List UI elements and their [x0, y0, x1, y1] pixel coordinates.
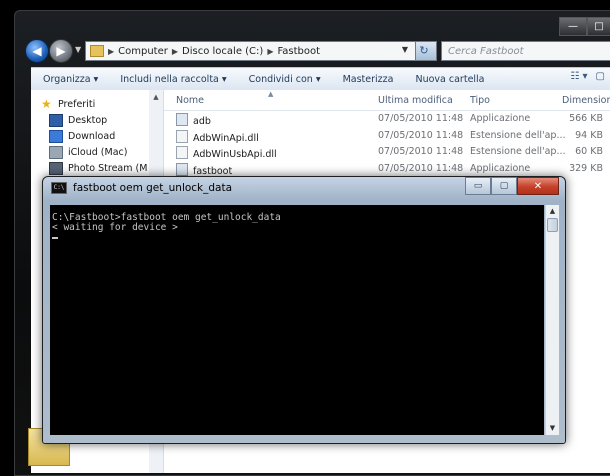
breadcrumb-fastboot[interactable]: Fastboot [277, 46, 320, 57]
arrow-left-icon: ◀ [32, 44, 42, 58]
folder-icon [90, 45, 104, 57]
command-bar: Organizza ▾ Includi nella raccolta ▾ Con… [31, 67, 610, 91]
sidebar-item-favorites[interactable]: ★ Preferiti [31, 96, 149, 112]
scroll-up-icon[interactable]: ▲ [149, 93, 163, 101]
minimize-icon: ▭ [473, 181, 483, 191]
refresh-button[interactable]: ↻ [415, 42, 436, 60]
column-header-type[interactable]: Tipo [470, 95, 490, 106]
sidebar-item-desktop[interactable]: Desktop [31, 112, 149, 128]
cmd-title-text: fastboot oem get_unlock_data [73, 182, 233, 194]
file-modified: 07/05/2010 11:48 [378, 129, 464, 141]
preview-pane-icon[interactable]: ▢ [596, 71, 605, 82]
organize-menu[interactable]: Organizza ▾ [43, 74, 98, 85]
cmd-close-button[interactable]: ✕ [517, 177, 559, 195]
sidebar-item-download[interactable]: Download [31, 128, 149, 144]
burn-button[interactable]: Masterizza [343, 74, 394, 85]
file-name: AdbWinApi.dll [193, 132, 259, 144]
view-controls: ☷ ▾ ▢ [570, 71, 605, 82]
new-folder-button[interactable]: Nuova cartella [415, 74, 484, 85]
file-size: 60 KB [575, 146, 603, 157]
file-modified: 07/05/2010 11:48 [378, 113, 464, 124]
file-name: AdbWinUsbApi.dll [193, 149, 277, 160]
breadcrumb-local-disk[interactable]: Disco locale (C:) [182, 46, 263, 57]
column-header-size[interactable]: Dimensione [562, 95, 610, 106]
sidebar-item-photo-stream[interactable]: Photo Stream (M [31, 160, 149, 176]
scrollbar-thumb[interactable] [547, 218, 558, 232]
scroll-down-icon[interactable]: ▼ [546, 422, 559, 435]
cmd-minimize-button[interactable]: ▭ [465, 177, 491, 195]
console-output[interactable]: C:\Fastboot>fastboot oem get_unlock_data… [50, 205, 544, 435]
back-button[interactable]: ◀ [25, 39, 49, 63]
recent-pages-dropdown[interactable]: ▼ [75, 45, 81, 54]
column-header-name[interactable]: Nome [176, 95, 204, 106]
include-in-library-menu[interactable]: Includi nella raccolta ▾ [120, 74, 226, 85]
navigation-bar: ◀ ▶ ▼ ▶ Computer ▶ Disco locale (C:) ▶ F… [25, 39, 610, 63]
sidebar-item-label: iCloud (Mac) [68, 146, 128, 158]
dll-file-icon [176, 146, 188, 159]
view-options-icon[interactable]: ☷ ▾ [570, 71, 587, 82]
file-row-adb[interactable]: adb 07/05/2010 11:48 Applicazione 566 KB [164, 111, 610, 128]
cmd-maximize-button[interactable]: ▢ [491, 177, 517, 195]
file-size: 94 KB [575, 129, 603, 141]
cmd-vertical-scrollbar[interactable]: ▲ ▼ [545, 205, 559, 435]
file-name: fastboot [193, 165, 233, 177]
file-type: Estensione dell'ap... [470, 146, 566, 157]
sidebar-item-label: Preferiti [58, 98, 96, 110]
text-cursor [52, 237, 58, 239]
maximize-icon: ▢ [499, 181, 509, 191]
file-modified: 07/05/2010 11:48 [378, 162, 464, 174]
search-input[interactable]: Cerca Fastboot [441, 41, 610, 61]
file-row-adbwinusbapi[interactable]: AdbWinUsbApi.dll 07/05/2010 11:48 Estens… [164, 144, 610, 161]
file-type: Applicazione [470, 113, 531, 124]
minimize-button[interactable]: — [559, 17, 587, 36]
chevron-right-icon: ▶ [171, 46, 179, 56]
sidebar-item-label: Photo Stream (M [68, 162, 148, 174]
breadcrumb-computer[interactable]: Computer [118, 46, 168, 57]
application-file-icon [176, 162, 188, 176]
maximize-button[interactable]: □ [587, 17, 610, 36]
cmd-titlebar[interactable]: C:\ fastboot oem get_unlock_data [51, 182, 232, 194]
photo-stream-icon [49, 161, 63, 175]
application-file-icon [176, 113, 188, 126]
sidebar-item-label: Download [68, 130, 116, 142]
download-folder-icon [49, 129, 63, 143]
sort-ascending-icon: ▲ [268, 90, 274, 98]
column-header-modified[interactable]: Ultima modifica [378, 95, 453, 106]
chevron-right-icon: ▶ [108, 46, 115, 56]
sidebar-item-icloud[interactable]: iCloud (Mac) [31, 144, 149, 160]
share-with-menu[interactable]: Condividi con ▾ [249, 74, 321, 85]
address-dropdown-icon[interactable]: ▼ [402, 45, 408, 54]
scroll-up-icon[interactable]: ▲ [546, 205, 559, 218]
address-bar[interactable]: ▶ Computer ▶ Disco locale (C:) ▶ Fastboo… [85, 41, 437, 61]
star-icon: ★ [41, 97, 52, 111]
forward-button[interactable]: ▶ [49, 39, 73, 63]
refresh-icon: ↻ [419, 44, 429, 57]
file-size: 329 KB [569, 162, 603, 174]
icloud-folder-icon [49, 145, 63, 159]
file-row-adbwinapi[interactable]: AdbWinApi.dll 07/05/2010 11:48 Estension… [164, 128, 610, 145]
file-name: adb [193, 116, 211, 127]
cmd-caption-buttons: ▭ ▢ ✕ [465, 177, 559, 195]
file-row-fastboot[interactable]: fastboot 07/05/2010 11:48 Applicazione 3… [164, 161, 610, 178]
arrow-right-icon: ▶ [56, 44, 66, 58]
file-type: Applicazione [470, 162, 531, 174]
dll-file-icon [176, 129, 188, 143]
command-prompt-window: C:\ fastboot oem get_unlock_data ▭ ▢ ✕ C… [42, 176, 566, 444]
close-icon: ✕ [533, 180, 543, 192]
sidebar-item-label: Desktop [68, 114, 108, 126]
console-line: < waiting for device > [52, 222, 178, 233]
file-type: Estensione dell'ap... [470, 129, 566, 141]
chevron-right-icon: ▶ [267, 46, 274, 56]
console-icon: C:\ [51, 182, 67, 194]
desktop-icon [49, 113, 63, 127]
explorer-caption-buttons: — □ [559, 17, 610, 36]
file-modified: 07/05/2010 11:48 [378, 146, 464, 157]
file-size: 566 KB [569, 113, 603, 124]
file-list-header: ▲ Nome Ultima modifica Tipo Dimensione [164, 90, 610, 111]
